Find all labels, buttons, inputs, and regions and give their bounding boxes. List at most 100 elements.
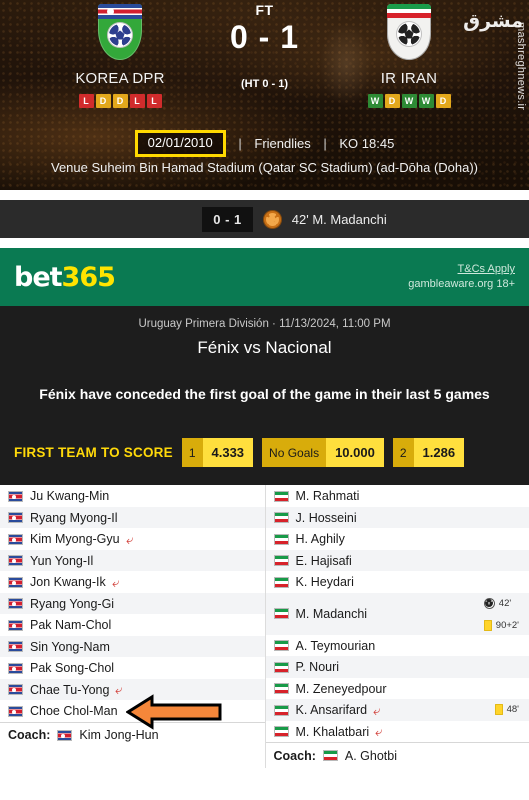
bet365-logo-bet: bet	[14, 261, 63, 293]
list-item[interactable]: A. Teymourian	[265, 634, 529, 657]
away-coach-row[interactable]: Coach: A. Ghotbi	[265, 742, 529, 769]
list-item[interactable]: Pak Nam-Chol	[0, 614, 265, 636]
list-item[interactable]: Ryang Myong-Il	[0, 506, 265, 529]
player-events: 42' 90+2'	[483, 593, 519, 636]
bet365-banner[interactable]: bet365 T&Cs Apply gambleaware.org 18+	[0, 248, 529, 306]
player-name: Choe Chol-Man	[30, 704, 118, 719]
player-name: E. Hajisafi	[295, 553, 352, 568]
pointer-arrow-annotation	[126, 694, 222, 730]
list-item[interactable]: K. Ansarifard ⤷ 48'	[265, 699, 529, 721]
player-name: Ryang Yong-Gi	[30, 596, 115, 611]
player-events: 48'	[494, 699, 519, 720]
goal-summary-strip: 0 - 1 42' M. Madanchi	[0, 200, 529, 238]
match-date-highlighted: 02/01/2010	[134, 130, 226, 158]
korea-dpr-flag-icon	[8, 490, 23, 502]
list-item[interactable]: M. Madanchi 42' 90+2'	[265, 592, 529, 636]
player-name: Jon Kwang-Ik	[30, 575, 106, 590]
list-item-highlighted[interactable]: Sin Yong-Nam	[0, 635, 265, 658]
form-result: W	[401, 94, 417, 108]
player-name: H. Aghily	[295, 532, 345, 547]
player-name: Ryang Myong-Il	[30, 510, 118, 525]
form-result: D	[435, 94, 451, 108]
list-item[interactable]: E. Hajisafi	[265, 549, 529, 572]
coach-name: Kim Jong-Hun	[79, 728, 159, 743]
player-name: Kim Myong-Gyu	[30, 532, 120, 547]
list-item[interactable]: J. Hosseini	[265, 506, 529, 529]
player-name: M. Zeneyedpour	[295, 681, 387, 696]
odds-chip-label: 1	[181, 438, 203, 468]
odds-row: FIRST TEAM TO SCORE 1 4.333 No Goals 10.…	[14, 438, 515, 468]
list-item[interactable]: Pak Song-Chol	[0, 657, 265, 679]
list-item[interactable]: H. Aghily	[265, 528, 529, 550]
list-item[interactable]: M. Rahmati	[265, 485, 529, 507]
player-name: K. Heydari	[295, 575, 354, 590]
away-form-row: W D W W D	[319, 94, 499, 108]
coach-name: A. Ghotbi	[344, 748, 397, 763]
event-minute: 90+2'	[495, 619, 519, 631]
terms-and-conditions-link[interactable]: T&Cs Apply	[408, 262, 515, 277]
korea-dpr-flag-icon	[8, 533, 23, 545]
list-item[interactable]: P. Nouri	[265, 656, 529, 678]
odds-chip-label: No Goals	[262, 438, 327, 468]
player-name: Sin Yong-Nam	[30, 639, 110, 654]
odds-chip-value: 1.286	[413, 438, 465, 468]
coach-label: Coach:	[273, 748, 316, 763]
list-item[interactable]: M. Khalatbari ⤷	[265, 720, 529, 743]
yellow-card-icon	[483, 619, 492, 631]
list-item[interactable]: Yun Yong-Il	[0, 549, 265, 572]
player-name: P. Nouri	[295, 660, 340, 675]
player-name: M. Rahmati	[295, 489, 360, 504]
player-name: M. Madanchi	[295, 606, 368, 621]
korea-dpr-flag-icon	[8, 684, 23, 696]
form-result: L	[129, 94, 145, 108]
substitution-arrow-icon: ⤷	[111, 574, 120, 590]
list-item[interactable]: Ju Kwang-Min	[0, 485, 265, 507]
player-name: J. Hosseini	[295, 510, 357, 525]
odds-chip-label: 2	[392, 438, 414, 468]
list-item[interactable]: Jon Kwang-Ik ⤷	[0, 571, 265, 593]
gambleaware-text: gambleaware.org 18+	[408, 278, 515, 290]
bet365-logo-365: 365	[61, 261, 116, 293]
player-name: Yun Yong-Il	[30, 553, 94, 568]
iran-flag-icon	[273, 490, 289, 502]
form-result: D	[95, 94, 111, 108]
ir-iran-crest-icon	[387, 4, 431, 60]
site-watermark: mashreghnews.ir	[515, 22, 527, 111]
goal-running-score: 0 - 1	[202, 206, 253, 232]
korea-dpr-flag-icon	[8, 555, 23, 567]
odds-chip-1[interactable]: 1 4.333	[181, 438, 254, 468]
substitution-arrow-icon: ⤷	[115, 682, 123, 698]
kickoff-time: KO 18:45	[339, 136, 395, 152]
odds-chip-no-goals[interactable]: No Goals 10.000	[262, 438, 384, 468]
event-minute: 42'	[498, 597, 512, 609]
iran-flag-icon	[273, 704, 289, 716]
bet365-logo[interactable]: bet365	[14, 261, 116, 293]
list-item[interactable]: Ryang Yong-Gi	[0, 592, 265, 615]
form-result: L	[146, 94, 162, 108]
substitution-arrow-icon: ⤷	[375, 724, 383, 740]
away-team-name: IR IRAN	[380, 70, 438, 87]
yellow-card-event: 90+2'	[483, 615, 519, 636]
odds-chip-2[interactable]: 2 1.286	[392, 438, 465, 468]
competition-name: Friendlies	[254, 136, 311, 152]
coach-label: Coach:	[8, 728, 51, 743]
goal-icon	[483, 597, 495, 609]
promo-stat-text: Fénix have conceded the first goal of th…	[39, 386, 490, 402]
list-item[interactable]: M. Zeneyedpour	[265, 677, 529, 700]
promo-league-and-time: Uruguay Primera División · 11/13/2024, 1…	[138, 318, 391, 330]
player-name: M. Khalatbari	[295, 724, 370, 739]
list-item[interactable]: K. Heydari	[265, 571, 529, 593]
iran-flag-icon	[273, 608, 289, 620]
event-minute: 48'	[506, 704, 519, 716]
goal-event: 42'	[483, 593, 519, 614]
yellow-card-event: 48'	[494, 699, 519, 720]
persian-watermark: مشرق	[463, 10, 523, 32]
form-result: W	[367, 94, 383, 108]
match-meta-line: 02/01/2010 | Friendlies | KO 18:45	[0, 130, 529, 158]
player-name: Pak Song-Chol	[30, 661, 115, 676]
odds-chip-value: 4.333	[202, 438, 254, 468]
spacer-above-goal-strip	[0, 190, 529, 200]
form-result: W	[418, 94, 434, 108]
list-item[interactable]: Kim Myong-Gyu ⤷	[0, 528, 265, 550]
goal-scorer-text: 42' M. Madanchi	[291, 211, 387, 227]
